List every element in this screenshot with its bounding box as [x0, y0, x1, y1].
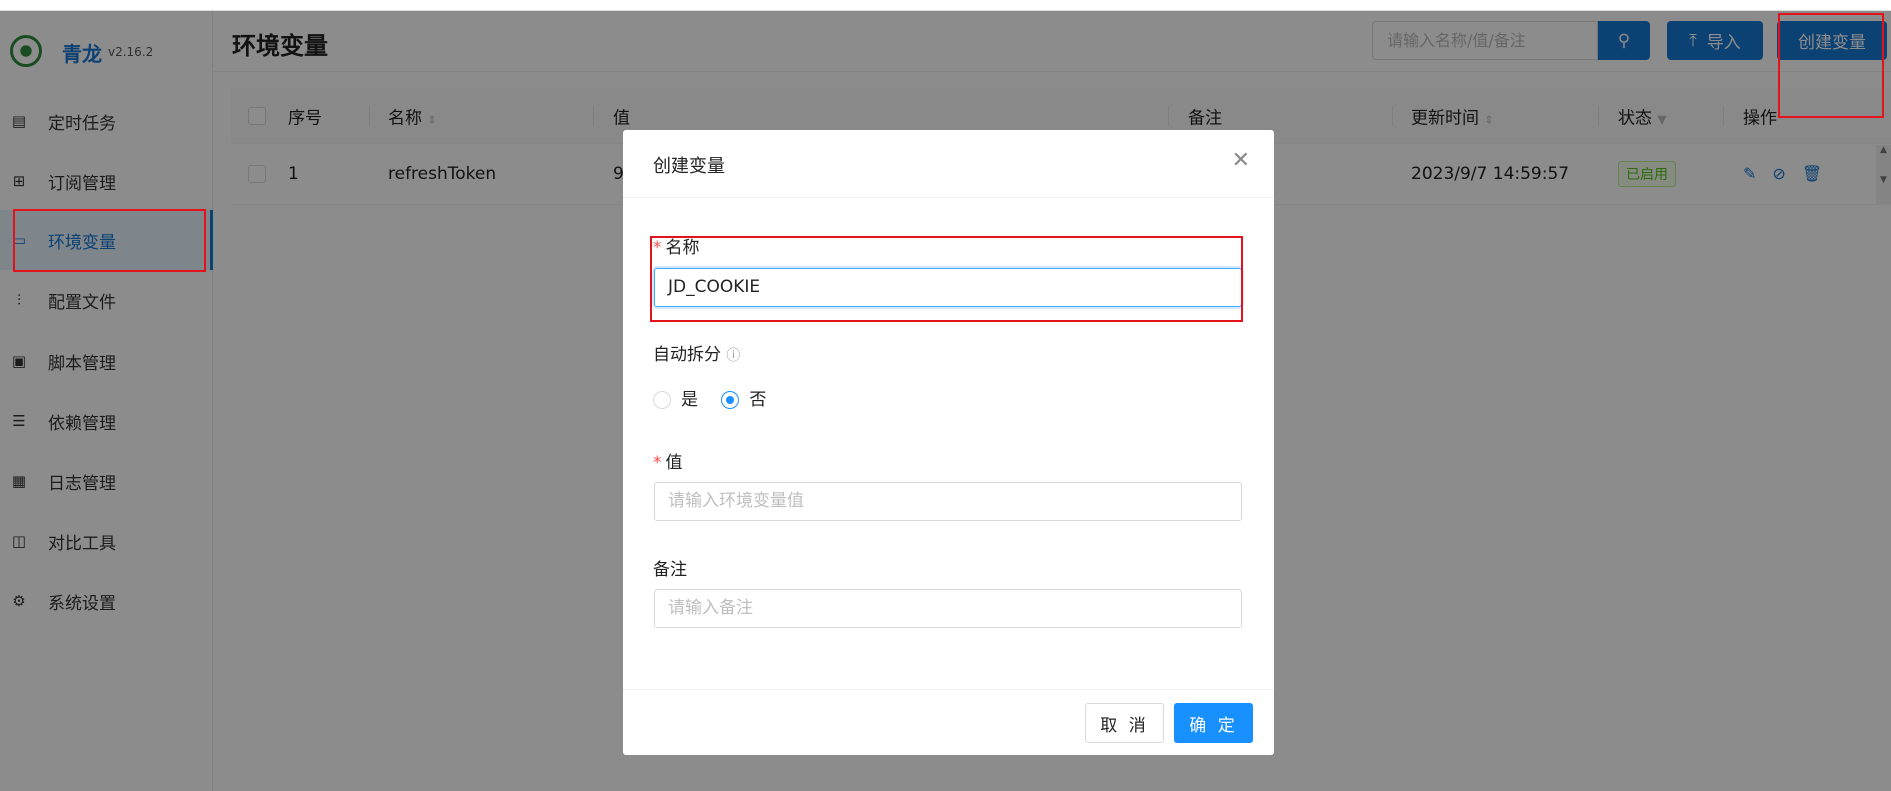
create-variable-dialog: 创建变量 ✕ * 名称 JD_COOKIE 自动拆分 ⓘ 是 否 * 值 请输入环境…: [623, 130, 1274, 755]
remark-input[interactable]: 请输入备注: [654, 589, 1242, 628]
cancel-button[interactable]: 取 消: [1085, 703, 1164, 743]
radio-no[interactable]: 否: [721, 390, 766, 410]
dialog-title: 创建变量: [653, 156, 725, 177]
annotation-box: [1778, 13, 1884, 118]
auto-split-label: 自动拆分 ⓘ: [653, 345, 741, 365]
dialog-footer-divider: [623, 689, 1274, 690]
help-icon: ⓘ: [726, 348, 741, 364]
ok-button[interactable]: 确 定: [1174, 703, 1253, 743]
auto-split-radio-group: 是 否: [653, 385, 766, 410]
close-icon[interactable]: ✕: [1232, 148, 1250, 173]
value-label: * 值: [653, 453, 683, 473]
browser-bookmark-bar: [0, 0, 1891, 11]
value-input[interactable]: 请输入环境变量值: [654, 482, 1242, 521]
remark-label: 备注: [653, 560, 687, 580]
annotation-box: [650, 236, 1243, 322]
annotation-box: [13, 209, 206, 272]
radio-yes[interactable]: 是: [653, 390, 698, 410]
